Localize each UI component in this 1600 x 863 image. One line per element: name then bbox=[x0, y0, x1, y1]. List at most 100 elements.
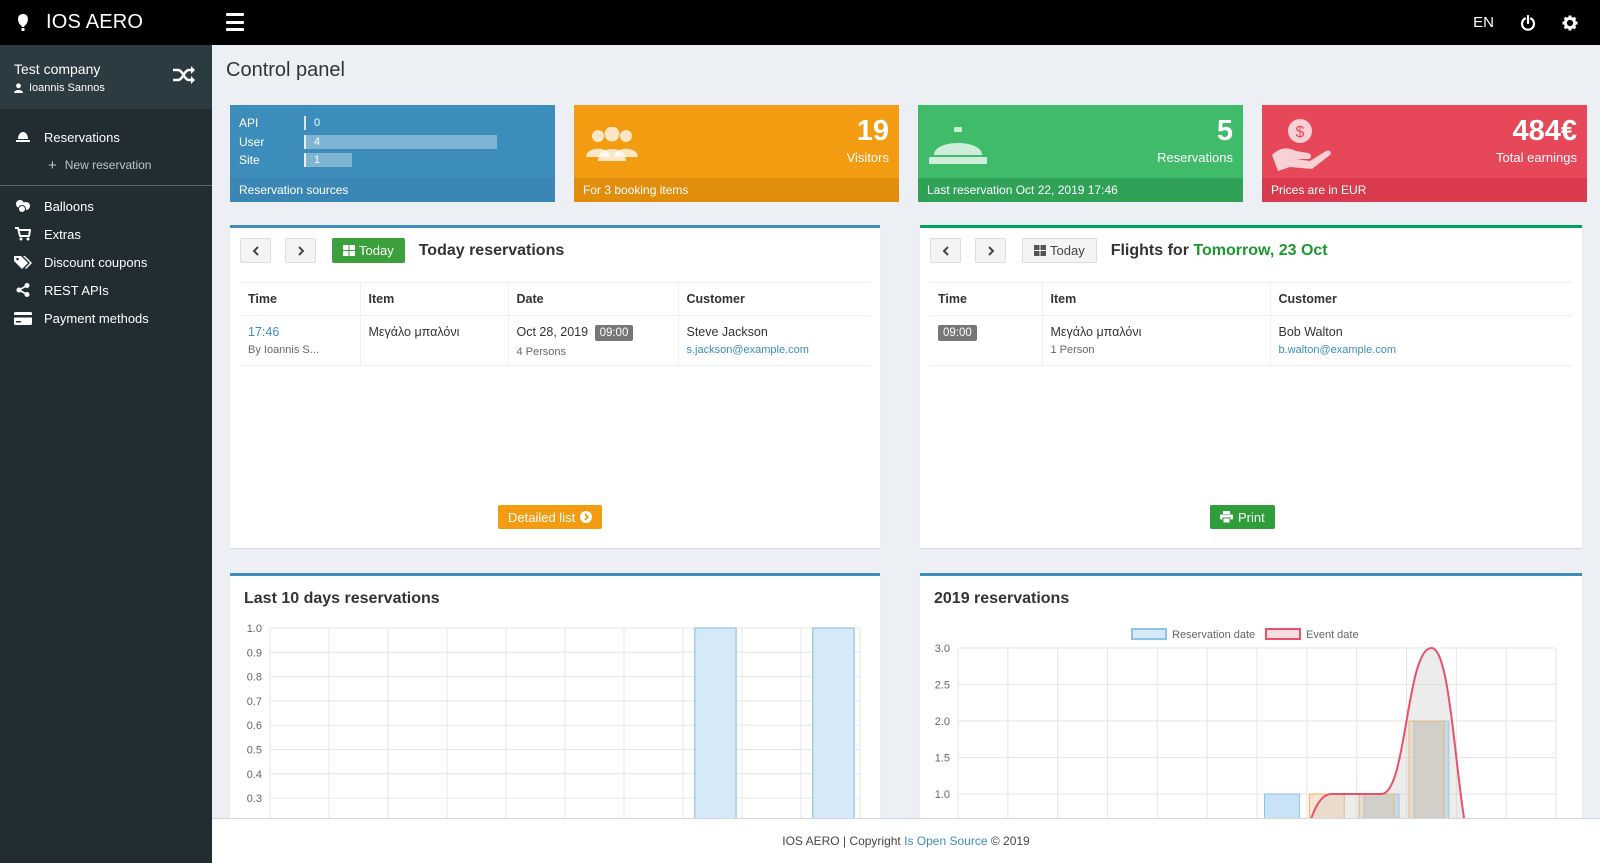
column-header: Customer bbox=[1270, 282, 1572, 316]
sidebar-item-label: New reservation bbox=[64, 158, 152, 172]
time-badge: 09:00 bbox=[594, 325, 634, 341]
today-button[interactable]: Today bbox=[332, 238, 405, 263]
language-selector[interactable]: EN bbox=[1473, 14, 1494, 31]
source-label: Site bbox=[239, 153, 260, 168]
gear-icon[interactable] bbox=[1562, 15, 1578, 31]
sidebar-divider bbox=[0, 185, 212, 186]
y-tick-label: 0.7 bbox=[247, 696, 262, 708]
top-navbar: IOS AERO EN bbox=[0, 0, 1600, 45]
y-tick-label: 2.0 bbox=[935, 716, 950, 728]
prev-day-button[interactable] bbox=[930, 238, 961, 263]
reservation-time-link[interactable]: 17:46 bbox=[248, 325, 352, 339]
flights-box: Today Flights for Tomorrow, 23 Oct Time … bbox=[920, 225, 1582, 548]
sidebar-item-balloons[interactable]: Balloons bbox=[0, 192, 212, 220]
today-button[interactable]: Today bbox=[1022, 238, 1097, 263]
chevron-right-icon bbox=[297, 245, 304, 256]
print-icon bbox=[1220, 511, 1233, 523]
source-bar: 1 bbox=[304, 153, 352, 168]
today-button-label: Today bbox=[359, 243, 394, 258]
y-tick-label: 0.4 bbox=[247, 769, 262, 781]
date-text: Oct 28, 2019 bbox=[516, 325, 589, 339]
sidebar-item-payment-methods[interactable]: Payment methods bbox=[0, 304, 212, 332]
customer-email-link[interactable]: b.walton@example.com bbox=[1279, 344, 1565, 356]
share-icon bbox=[14, 283, 32, 297]
table-header-row: Time Item Customer bbox=[930, 282, 1572, 316]
today-reservations-table: Time Item Date Customer 17:46 By Ioannis… bbox=[240, 282, 870, 366]
detailed-list-label: Detailed list bbox=[508, 509, 576, 525]
shuffle-icon[interactable] bbox=[172, 65, 196, 85]
flights-table: Time Item Customer 09:00 Μεγάλο μπαλόνι … bbox=[930, 282, 1572, 366]
source-row-user: User 4 bbox=[239, 133, 497, 152]
stat-footer: For 3 booking items bbox=[574, 178, 899, 202]
next-day-button[interactable] bbox=[285, 238, 316, 263]
sidebar-item-discount-coupons[interactable]: Discount coupons bbox=[0, 248, 212, 276]
bar bbox=[812, 627, 855, 818]
app-title: IOS AERO bbox=[46, 11, 144, 33]
page-title: Control panel bbox=[226, 59, 345, 81]
footer-link[interactable]: Is Open Source bbox=[904, 834, 987, 848]
table-row[interactable]: 09:00 Μεγάλο μπαλόνι 1 Person Bob Walton… bbox=[930, 315, 1572, 366]
customer-email-link[interactable]: s.jackson@example.com bbox=[687, 344, 863, 356]
reservation-item: Μεγάλο μπαλόνι bbox=[368, 325, 460, 339]
print-button[interactable]: Print bbox=[1210, 505, 1275, 529]
chevron-circle-right-icon bbox=[580, 511, 593, 523]
legend-label: Event date bbox=[1306, 629, 1359, 641]
y-tick-label: 3.0 bbox=[935, 643, 950, 655]
menu-toggle-icon[interactable] bbox=[226, 13, 244, 31]
legend-label: Reservation date bbox=[1172, 629, 1255, 641]
grid-icon bbox=[343, 245, 355, 256]
reservation-date: Oct 28, 2019 09:00 bbox=[517, 325, 670, 341]
sidebar-item-label: Payment methods bbox=[44, 310, 149, 326]
stat-visitors: 19 Visitors For 3 booking items bbox=[574, 105, 899, 202]
credit-card-icon bbox=[14, 311, 32, 325]
chevron-right-icon bbox=[987, 245, 994, 256]
next-day-button[interactable] bbox=[975, 238, 1006, 263]
sidebar: Test company Ioannis Sannos Reservations… bbox=[0, 45, 212, 863]
source-value: 1 bbox=[314, 154, 321, 167]
sidebar-item-new-reservation[interactable]: + New reservation bbox=[0, 151, 212, 179]
time-badge: 09:00 bbox=[938, 325, 977, 341]
sidebar-item-label: Discount coupons bbox=[44, 254, 148, 270]
users-icon bbox=[586, 127, 638, 161]
prev-day-button[interactable] bbox=[240, 238, 271, 263]
reservation-persons: 4 Persons bbox=[516, 346, 567, 358]
title-prefix: Flights for bbox=[1110, 241, 1189, 259]
stat-footer: Last reservation Oct 22, 2019 17:46 bbox=[918, 178, 1243, 202]
y-tick-label: 2.5 bbox=[935, 680, 950, 692]
svg-text:$: $ bbox=[1296, 124, 1305, 141]
stat-reservations: 5 Reservations Last reservation Oct 22, … bbox=[918, 105, 1243, 202]
current-user-name: Ioannis Sannos bbox=[29, 82, 105, 94]
earnings-label: Total earnings bbox=[1496, 150, 1577, 165]
table-row[interactable]: 17:46 By Ioannis S... Μεγάλο μπαλόνι Oct… bbox=[240, 315, 870, 366]
sidebar-item-extras[interactable]: Extras bbox=[0, 220, 212, 248]
stat-footer: Reservation sources bbox=[230, 178, 555, 202]
source-bar: 0 bbox=[304, 116, 320, 131]
source-value: 0 bbox=[314, 117, 321, 130]
y-tick-label: 1.5 bbox=[935, 753, 950, 765]
box-title: Flights for Tomorrow, 23 Oct bbox=[1111, 242, 1328, 260]
brand[interactable]: IOS AERO bbox=[14, 0, 143, 45]
page-footer: IOS AERO | Copyright Is Open Source © 20… bbox=[212, 818, 1600, 863]
today-reservations-box: Today Today reservations Time Item Date … bbox=[230, 225, 880, 548]
sidebar-item-reservations[interactable]: Reservations bbox=[0, 123, 212, 151]
company-panel: Test company Ioannis Sannos bbox=[0, 45, 212, 109]
column-header: Customer bbox=[678, 282, 870, 316]
detailed-list-button[interactable]: Detailed list bbox=[498, 505, 603, 529]
power-icon[interactable] bbox=[1520, 14, 1536, 31]
sidebar-item-label: Extras bbox=[44, 226, 81, 242]
company-name: Test company bbox=[14, 61, 101, 77]
y-tick-label: 0.6 bbox=[247, 720, 262, 732]
column-header: Time bbox=[930, 282, 1043, 316]
y-tick-label: 0.9 bbox=[247, 647, 262, 659]
sources-list: API 0 User 4 Site 1 bbox=[239, 114, 497, 170]
y-tick-label: 0.5 bbox=[247, 745, 262, 757]
plus-icon: + bbox=[48, 156, 57, 174]
legend-swatch bbox=[1131, 628, 1167, 640]
chevron-left-icon bbox=[252, 245, 259, 256]
reservation-by: By Ioannis S... bbox=[248, 344, 319, 356]
stat-footer: Prices are in EUR bbox=[1262, 178, 1587, 202]
sidebar-item-rest-apis[interactable]: REST APIs bbox=[0, 276, 212, 304]
today-button-label: Today bbox=[1050, 243, 1085, 258]
sidebar-item-label: REST APIs bbox=[44, 282, 109, 298]
balloon-logo-icon bbox=[18, 13, 28, 31]
